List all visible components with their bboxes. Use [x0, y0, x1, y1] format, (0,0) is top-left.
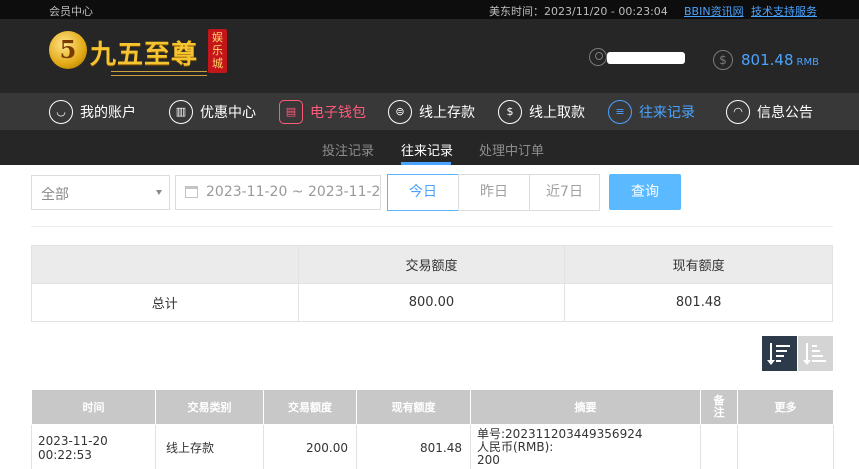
tab-pending-orders[interactable]: 处理中订单 [479, 140, 544, 159]
nav-promotions[interactable]: ▥ 优惠中心 [169, 93, 256, 130]
balance-currency: RMB [796, 57, 819, 68]
withdraw-icon: $ [498, 99, 522, 124]
nav-transaction-records[interactable]: ≡ 往来记录 [608, 93, 695, 130]
summary-header-balance: 现有额度 [564, 245, 833, 284]
sort-ascending-icon[interactable] [798, 336, 833, 371]
summary-header-empty [31, 245, 299, 284]
summary-total-row: 总计 800.00 801.48 [31, 283, 833, 322]
nav-online-withdraw[interactable]: $ 线上取款 [498, 93, 585, 130]
balance-value: 801.48 [741, 51, 794, 69]
nav-label: 优惠中心 [200, 104, 256, 121]
cell-note [700, 424, 738, 469]
chevron-down-icon [156, 190, 162, 195]
col-header-note: 备注 [700, 389, 738, 425]
tab-bet-records[interactable]: 投注记录 [322, 140, 374, 159]
summary-header-row: 交易额度 现有额度 [31, 245, 833, 284]
col-header-amount: 交易额度 [263, 389, 357, 425]
site-logo[interactable]: 5 九五至尊 娱乐城 [49, 29, 229, 79]
summary-total-balance: 801.48 [564, 283, 833, 322]
col-header-more: 更多 [737, 389, 834, 425]
transaction-type-select[interactable]: 全部 [31, 175, 170, 210]
main-navigation: ◡ 我的账户 ▥ 优惠中心 ▤ 电子钱包 ⊜ 线上存款 $ 线上取款 ≡ 往来记录 ◠ 信息公… [0, 93, 859, 130]
nav-label: 线上取款 [529, 104, 585, 121]
summary-currency-label: 人民币(RMB): [477, 440, 554, 454]
wallet-icon: ▤ [279, 99, 303, 124]
user-icon: ◡ [49, 99, 73, 124]
col-header-type: 交易类别 [155, 389, 264, 425]
table-row: 2023-11-20 00:22:53 线上存款 200.00 801.48 单… [31, 424, 834, 469]
top-utility-bar: 会员中心 美东时间：2023/11/20 - 00:23:04 BBIN资讯网 … [0, 0, 859, 19]
col-header-time: 时间 [31, 389, 156, 425]
sort-descending-icon[interactable] [762, 336, 797, 371]
logo-seal: 娱乐城 [208, 29, 227, 73]
sub-navigation: 投注记录 往来记录 处理中订单 [0, 130, 859, 165]
server-time: 美东时间：2023/11/20 - 00:23:04 [489, 5, 668, 18]
quick-range-today[interactable]: 今日 [387, 174, 459, 211]
deposit-icon: ⊜ [388, 99, 412, 124]
section-divider [31, 226, 833, 227]
cell-time: 2023-11-20 00:22:53 [31, 424, 156, 469]
nav-label: 线上存款 [419, 104, 475, 121]
summary-table: 交易额度 现有额度 总计 800.00 801.48 [31, 245, 833, 322]
bell-icon: ◠ [726, 99, 750, 124]
cell-summary: 单号:202311203449356924 人民币(RMB): 200 [470, 424, 701, 469]
records-header-row: 时间 交易类别 交易额度 现有额度 摘要 备注 更多 [31, 389, 834, 425]
summary-header-amount: 交易额度 [297, 245, 566, 284]
nav-announcements[interactable]: ◠ 信息公告 [726, 93, 813, 130]
nav-my-account[interactable]: ◡ 我的账户 [49, 93, 136, 130]
nav-label: 往来记录 [639, 104, 695, 121]
nav-label: 电子钱包 [310, 104, 366, 121]
username-redacted [607, 52, 685, 64]
col-header-balance: 现有额度 [356, 389, 471, 425]
logo-coin-icon: 5 [49, 31, 87, 69]
records-table: 时间 交易类别 交易额度 现有额度 摘要 备注 更多 2023-11-20 00… [31, 389, 834, 469]
summary-currency-amount: 200 [477, 453, 500, 467]
cell-more[interactable] [737, 424, 834, 469]
calendar-icon [185, 186, 198, 198]
balance-icon: $ [713, 50, 733, 70]
cell-balance: 801.48 [356, 424, 471, 469]
logo-name: 九五至尊 [90, 40, 199, 70]
nav-label: 信息公告 [757, 104, 813, 121]
active-tab-indicator [401, 162, 451, 165]
account-balance: 801.48 RMB [741, 51, 819, 69]
date-range-input[interactable]: 2023-11-20 ~ 2023-11-20 [175, 175, 381, 210]
nav-label: 我的账户 [80, 104, 136, 121]
col-header-summary: 摘要 [470, 389, 701, 425]
user-avatar-icon [589, 48, 607, 66]
record-icon: ≡ [608, 99, 632, 124]
date-range-value: 2023-11-20 ~ 2023-11-20 [206, 184, 381, 200]
tab-transaction-records[interactable]: 往来记录 [401, 140, 453, 159]
cell-type: 线上存款 [155, 424, 264, 469]
gift-icon: ▥ [169, 99, 193, 124]
tech-support-link[interactable]: 技术支持服务 [751, 3, 817, 19]
select-value: 全部 [41, 187, 69, 203]
nav-e-wallet[interactable]: ▤ 电子钱包 [279, 93, 366, 130]
nav-online-deposit[interactable]: ⊜ 线上存款 [388, 93, 475, 130]
cell-amount: 200.00 [263, 424, 357, 469]
quick-range-yesterday[interactable]: 昨日 [458, 174, 530, 211]
summary-total-amount: 800.00 [297, 283, 566, 322]
logo-ornament [111, 71, 207, 76]
bbin-news-link[interactable]: BBIN资讯网 [684, 3, 744, 19]
quick-range-7days[interactable]: 近7日 [529, 174, 600, 211]
query-button[interactable]: 查询 [609, 174, 681, 210]
summary-total-label: 总计 [31, 283, 299, 322]
member-center-link[interactable]: 会员中心 [49, 3, 93, 19]
